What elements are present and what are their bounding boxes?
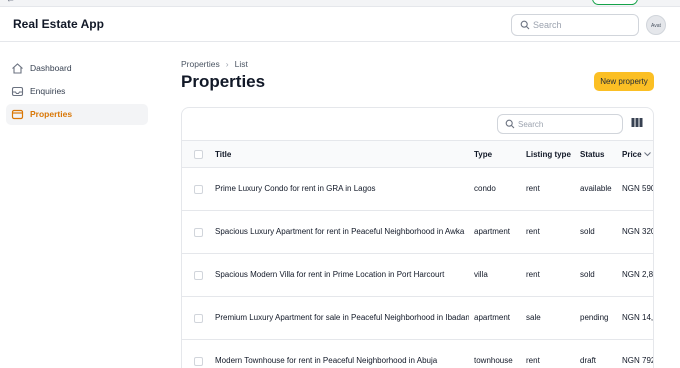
cell-type: condo <box>474 184 496 193</box>
cell-title: Modern Townhouse for rent in Peaceful Ne… <box>215 356 438 365</box>
folder-icon <box>11 109 24 120</box>
table-row[interactable]: Spacious Modern Villa for rent in Prime … <box>182 254 654 297</box>
table-search-placeholder: Search <box>518 120 544 129</box>
cell-listing-type: rent <box>526 270 540 279</box>
sidebar-item-label: Properties <box>30 109 73 119</box>
row-checkbox[interactable] <box>194 185 203 194</box>
browser-chrome: ← <box>0 0 680 7</box>
cell-listing-type: rent <box>526 356 540 365</box>
table-header: Title Type Listing type Status Price <box>182 140 653 168</box>
sidebar-item-dashboard[interactable]: Dashboard <box>6 58 148 79</box>
cell-type: villa <box>474 270 488 279</box>
header-search-placeholder: Search <box>533 20 562 30</box>
column-header-listing-type[interactable]: Listing type <box>526 150 571 159</box>
column-header-status[interactable]: Status <box>580 150 604 159</box>
column-header-price-label: Price <box>622 150 642 159</box>
sidebar-item-label: Dashboard <box>30 63 72 73</box>
row-checkbox[interactable] <box>194 271 203 280</box>
breadcrumb: Properties › List <box>181 59 248 69</box>
select-all-checkbox[interactable] <box>194 150 203 159</box>
cell-price: NGN 2,82 <box>622 270 654 279</box>
cell-status: sold <box>580 227 595 236</box>
app-title: Real Estate App <box>13 17 104 31</box>
column-header-title[interactable]: Title <box>215 150 231 159</box>
cell-status: draft <box>580 356 597 365</box>
row-checkbox[interactable] <box>194 228 203 237</box>
row-checkbox[interactable] <box>194 357 203 366</box>
cell-status: sold <box>580 270 595 279</box>
cell-price: NGN 792, <box>622 356 653 365</box>
cell-price: NGN 590, <box>622 184 653 193</box>
cell-status: pending <box>580 313 609 322</box>
inbox-icon <box>11 86 24 97</box>
cell-price: NGN 14,0 <box>622 313 654 322</box>
new-property-button[interactable]: New property <box>594 72 654 91</box>
sidebar: Dashboard Enquiries Properties <box>0 43 160 368</box>
cell-type: townhouse <box>474 356 513 365</box>
cell-type: apartment <box>474 313 511 322</box>
cell-title: Prime Luxury Condo for rent in GRA in La… <box>215 184 376 193</box>
breadcrumb-parent[interactable]: Properties <box>181 59 220 69</box>
cell-title: Premium Luxury Apartment for sale in Pea… <box>215 313 469 322</box>
chevron-right-icon: › <box>225 59 229 69</box>
cell-price: NGN 320 <box>622 227 654 236</box>
header-search-input[interactable]: Search <box>511 14 639 36</box>
table-row[interactable]: Prime Luxury Condo for rent in GRA in La… <box>182 168 653 211</box>
properties-table: Search Title Type Listing type Status Pr… <box>181 107 654 368</box>
columns-icon[interactable] <box>631 117 643 128</box>
browser-badge <box>592 0 638 5</box>
column-header-price[interactable]: Price <box>622 150 651 159</box>
table-search-input[interactable]: Search <box>497 114 623 134</box>
row-checkbox[interactable] <box>194 314 203 323</box>
page-title: Properties <box>181 72 266 91</box>
home-icon <box>12 63 23 74</box>
table-row[interactable]: Modern Townhouse for rent in Peaceful Ne… <box>182 340 653 368</box>
table-row[interactable]: Premium Luxury Apartment for sale in Pea… <box>182 297 654 340</box>
table-row[interactable]: Spacious Luxury Apartment for rent in Pe… <box>182 211 654 254</box>
cell-title: Spacious Luxury Apartment for rent in Pe… <box>215 227 465 236</box>
app-header: Real Estate App Search Avat <box>0 7 680 42</box>
cell-status: available <box>580 184 612 193</box>
cell-listing-type: rent <box>526 184 540 193</box>
cell-listing-type: rent <box>526 227 540 236</box>
cell-title: Spacious Modern Villa for rent in Prime … <box>215 270 445 279</box>
cell-listing-type: sale <box>526 313 541 322</box>
search-icon <box>505 119 515 129</box>
back-icon[interactable]: ← <box>6 0 15 4</box>
sidebar-item-enquiries[interactable]: Enquiries <box>6 81 148 102</box>
search-icon <box>520 20 530 30</box>
cell-type: apartment <box>474 227 511 236</box>
avatar[interactable]: Avat <box>646 15 666 35</box>
breadcrumb-current: List <box>234 59 248 69</box>
sidebar-item-label: Enquiries <box>30 86 66 96</box>
sidebar-item-properties[interactable]: Properties <box>6 104 148 125</box>
chevron-down-icon <box>643 152 651 157</box>
column-header-type[interactable]: Type <box>474 150 492 159</box>
